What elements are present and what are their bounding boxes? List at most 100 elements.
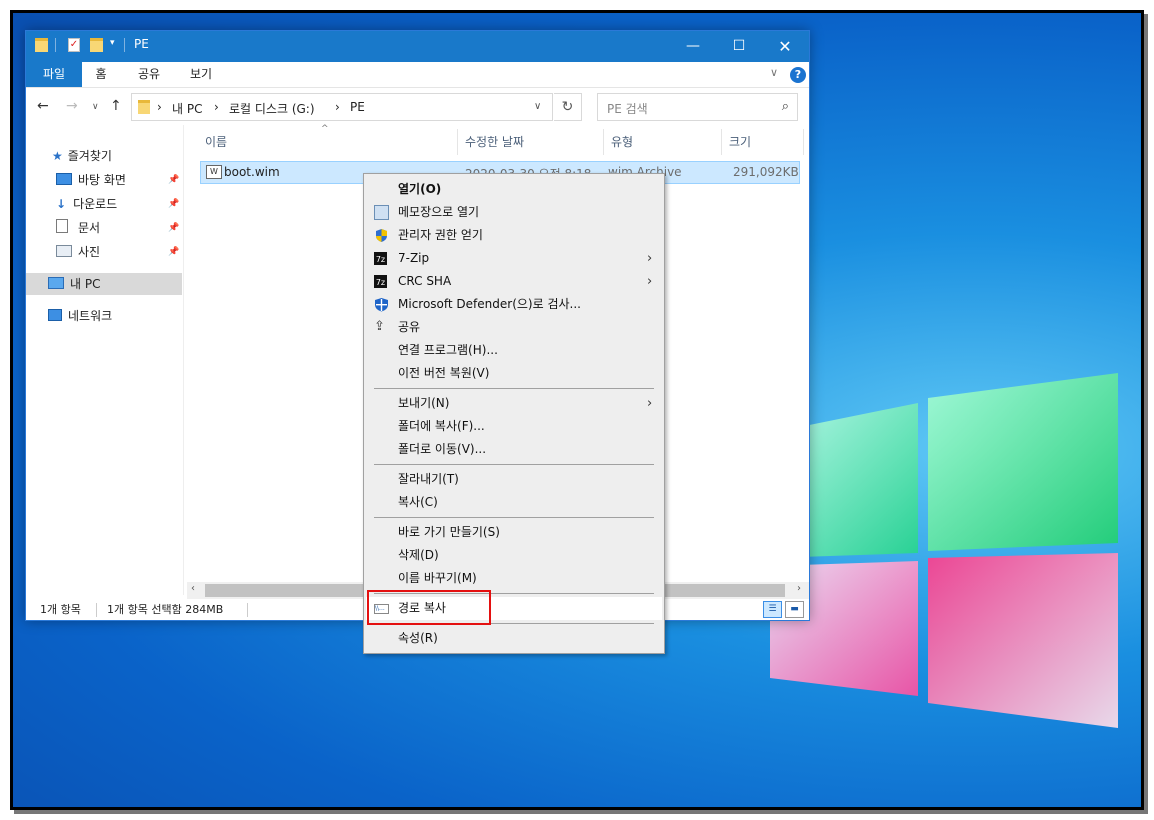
submenu-chevron-icon: › [647,251,653,266]
submenu-chevron-icon: › [647,396,653,411]
folder-icon [138,100,150,114]
chevron-right-icon[interactable]: › [214,100,219,114]
properties-icon[interactable]: ✓ [68,38,80,52]
chevron-down-icon[interactable]: ∨ [534,101,541,112]
menu-item-create-shortcut[interactable]: 바로 가기 만들기(S) [366,521,662,544]
desktop-icon [56,173,72,185]
column-header-name[interactable]: 이름 [198,129,458,155]
breadcrumb-pe[interactable]: PE [350,100,365,114]
7zip-icon: 7z [374,275,387,288]
up-button[interactable]: ↑ [110,98,122,114]
minimize-button[interactable]: — [670,31,716,62]
customize-toolbar-icon[interactable]: ▾ [110,38,115,54]
sidebar-item-quick-access[interactable]: ★ 즐겨찾기 [52,145,112,167]
back-button[interactable]: ← [37,98,49,114]
tab-view[interactable]: 보기 [182,62,220,87]
scroll-right-icon[interactable]: › [797,583,801,594]
tab-home[interactable]: 홈 [86,62,116,87]
document-icon [56,219,68,233]
7zip-icon: 7z [374,252,387,265]
item-count: 1개 항목 [40,603,81,616]
chevron-right-icon[interactable]: › [335,100,340,114]
computer-icon [48,277,64,289]
sidebar-item-network[interactable]: 네트워크 [48,305,112,327]
file-size: 291,092KB [733,165,799,179]
folder-icon [35,38,48,52]
uac-shield-icon [376,229,387,242]
breadcrumb-this-pc[interactable]: 내 PC [172,100,202,117]
menu-item-open-with[interactable]: 연결 프로그램(H)... [366,339,662,362]
menu-separator [374,517,654,518]
sidebar-item-label: 내 PC [70,277,101,291]
pin-icon: 📌 [168,199,180,209]
sidebar-item-label: 네트워크 [68,309,113,323]
wim-file-icon: W [206,165,222,179]
notepad-icon [374,205,389,220]
highlight-box [367,590,491,625]
expand-ribbon-icon[interactable]: ∨ [770,66,778,79]
tab-file[interactable]: 파일 [26,62,82,87]
submenu-chevron-icon: › [647,274,653,289]
large-icons-view-button[interactable]: ▬ [785,601,804,618]
menu-item-restore-versions[interactable]: 이전 버전 복원(V) [366,362,662,385]
refresh-button[interactable]: ↻ [554,93,582,121]
menu-item-defender-scan[interactable]: Microsoft Defender(으)로 검사... [366,293,662,316]
recent-locations-button[interactable]: ∨ [92,102,99,112]
breadcrumb-local-disk[interactable]: 로컬 디스크 (G:) [229,100,315,117]
menu-item-properties[interactable]: 속성(R) [366,627,662,650]
menu-item-copy-to-folder[interactable]: 폴더에 복사(F)... [366,415,662,438]
maximize-button[interactable]: ☐ [716,31,762,62]
menu-separator [374,388,654,389]
address-bar[interactable]: › 내 PC › 로컬 디스크 (G:) › PE ∨ [131,93,553,121]
navigation-bar: ← → ∨ ↑ › 내 PC › 로컬 디스크 (G:) › PE ∨ ↻ PE… [26,89,809,125]
menu-item-cut[interactable]: 잘라내기(T) [366,468,662,491]
menu-item-7zip[interactable]: 7z 7-Zip › [366,247,662,270]
download-icon: ↓ [56,197,67,211]
sidebar-item-documents[interactable]: 문서 📌 [56,217,186,239]
menu-item-take-ownership[interactable]: 관리자 권한 얻기 [366,224,662,247]
toolbar-separator [124,38,125,52]
pin-icon: 📌 [168,247,180,257]
menu-item-open[interactable]: 열기(O) [366,178,662,201]
search-icon[interactable]: ⌕ [782,99,789,114]
forward-button[interactable]: → [66,98,78,114]
title-bar: ✓ ▾ PE — ☐ ✕ [26,31,809,62]
sidebar-item-label: 즐겨찾기 [67,149,112,163]
chevron-right-icon[interactable]: › [157,100,162,114]
sidebar-item-label: 바탕 화면 [78,173,126,187]
menu-item-send-to[interactable]: 보내기(N) › [366,392,662,415]
pin-icon: 📌 [168,223,180,233]
details-view-button[interactable]: ☰ [763,601,782,618]
window-title: PE [134,37,149,51]
search-input[interactable]: PE 검색 ⌕ [597,93,798,121]
menu-item-share[interactable]: ⇪ 공유 [366,316,662,339]
sidebar-item-downloads[interactable]: ↓ 다운로드 📌 [56,193,186,215]
sidebar-item-desktop[interactable]: 바탕 화면 📌 [56,169,186,191]
status-separator [247,603,248,617]
tab-share[interactable]: 공유 [130,62,168,87]
column-header-date[interactable]: 수정한 날짜 [458,129,604,155]
sidebar-item-pictures[interactable]: 사진 📌 [56,241,186,263]
column-header-size[interactable]: 크기 [722,129,804,155]
menu-item-copy[interactable]: 복사(C) [366,491,662,514]
close-button[interactable]: ✕ [762,31,808,62]
selection-info: 1개 항목 선택함 284MB [107,603,224,616]
search-placeholder: PE 검색 [607,102,648,116]
menu-item-rename[interactable]: 이름 바꾸기(M) [366,567,662,590]
new-folder-icon[interactable] [90,38,103,52]
menu-item-crc-sha[interactable]: 7z CRC SHA › [366,270,662,293]
menu-item-delete[interactable]: 삭제(D) [366,544,662,567]
help-icon[interactable]: ? [790,67,806,83]
pin-icon: 📌 [168,175,180,185]
column-header-type[interactable]: 유형 [604,129,722,155]
scroll-left-icon[interactable]: ‹ [191,583,195,594]
picture-icon [56,245,72,257]
pane-divider[interactable] [183,125,184,595]
menu-item-move-to-folder[interactable]: 폴더로 이동(V)... [366,438,662,461]
menu-item-open-notepad[interactable]: 메모장으로 열기 [366,201,662,224]
toolbar-separator [55,38,56,52]
ribbon: 파일 홈 공유 보기 ∨ ? [26,62,809,88]
sidebar-item-this-pc[interactable]: 내 PC [26,273,182,295]
status-separator [96,603,97,617]
star-icon: ★ [52,149,63,163]
